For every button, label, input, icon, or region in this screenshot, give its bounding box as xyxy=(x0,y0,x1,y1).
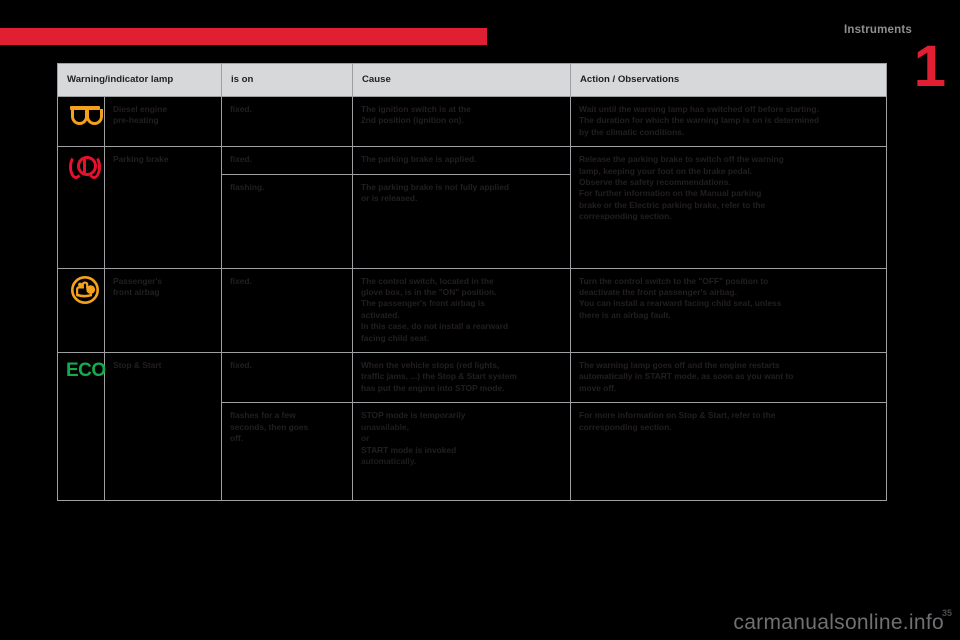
is-on-cell: fixed. xyxy=(221,146,353,175)
cause-line: facing child seat. xyxy=(361,332,429,343)
action-line: lamp, keeping your foot on the brake ped… xyxy=(579,165,753,176)
lamp-icon-cell: ECO xyxy=(57,352,106,502)
cause-cell: The ignition switch is at the 2nd positi… xyxy=(352,95,571,148)
chapter-title: Instruments xyxy=(843,24,912,36)
action-line: corresponding section. xyxy=(579,211,672,222)
lamp-name-line: Passenger's xyxy=(113,275,163,286)
table-row: Diesel engine pre-heating fixed. The ign… xyxy=(57,95,887,148)
cause-line: START mode is invoked xyxy=(361,444,457,455)
table-row: ECO Stop & Start fixed. When the vehicle… xyxy=(57,352,887,502)
is-on-text: off. xyxy=(230,433,244,444)
cause-cell: The control switch, located in the glove… xyxy=(352,267,571,354)
column-header-is-on: is on xyxy=(221,63,353,97)
cause-line: or is released. xyxy=(361,193,418,204)
cause-line: glove box, is in the "ON" position. xyxy=(361,287,497,298)
is-on-text: fixed. xyxy=(230,275,252,286)
cause-line: When the vehicle stops (red lights, xyxy=(361,360,500,371)
lamp-name-line: Parking brake xyxy=(113,154,169,165)
cause-line: or xyxy=(361,433,370,444)
cause-line: The parking brake is not fully applied xyxy=(361,181,509,192)
parking-brake-icon xyxy=(66,155,104,181)
action-cell: Turn the control switch to the "OFF" pos… xyxy=(570,267,887,354)
lamp-name-cell: Passenger's front airbag xyxy=(104,267,222,354)
cause-line: 2nd position (ignition on). xyxy=(361,115,464,126)
is-on-text: flashing. xyxy=(230,181,265,192)
is-on-cell: fixed. xyxy=(221,95,353,148)
table-header-row: Warning/indicator lamp is on Cause Actio… xyxy=(57,63,887,97)
lamp-name-line: front airbag xyxy=(113,287,160,298)
lamp-name-cell: Stop & Start xyxy=(104,352,222,502)
is-on-text: flashes for a few xyxy=(230,410,296,421)
chapter-number: 1 xyxy=(913,34,946,99)
action-cell: The warning lamp goes off and the engine… xyxy=(570,352,887,404)
eco-icon: ECO xyxy=(66,360,106,382)
warning-lamp-table-wrapper: Warning/indicator lamp is on Cause Actio… xyxy=(57,63,887,502)
action-line: there is an airbag fault. xyxy=(579,309,671,320)
action-line: corresponding section. xyxy=(579,421,672,432)
table-header: Warning/indicator lamp is on Cause Actio… xyxy=(57,63,887,97)
cause-cell: STOP mode is temporarily unavailable, or… xyxy=(352,402,571,502)
action-line: Wait until the warning lamp has switched… xyxy=(579,104,819,114)
action-line: Turn the control switch to the "OFF" pos… xyxy=(579,275,769,286)
cause-cell: The parking brake is applied. xyxy=(352,146,571,175)
lamp-icon-cell xyxy=(57,267,105,354)
action-line: move off. xyxy=(579,382,617,393)
lamp-name-cell: Parking brake xyxy=(104,146,222,269)
action-cell: Wait until the warning lamp has switched… xyxy=(570,95,887,148)
cause-line: In this case, do not install a rearward xyxy=(361,321,509,332)
table-body: Diesel engine pre-heating fixed. The ign… xyxy=(57,95,887,502)
action-line: You can install a rearward facing child … xyxy=(579,298,782,309)
column-header-action: Action / Observations xyxy=(570,63,887,97)
lamp-name-line: Stop & Start xyxy=(113,360,162,371)
lamp-name-line: pre-heating xyxy=(113,115,159,126)
action-line: For more information on Stop & Start, re… xyxy=(579,410,776,421)
cause-line: automatically. xyxy=(361,455,417,466)
cause-cell: When the vehicle stops (red lights, traf… xyxy=(352,352,571,404)
lamp-name-line: Diesel engine xyxy=(113,104,167,114)
is-on-text: fixed. xyxy=(230,154,252,165)
column-header-cause: Cause xyxy=(352,63,571,97)
warning-lamp-table: Warning/indicator lamp is on Cause Actio… xyxy=(57,63,887,502)
cause-cell: The parking brake is not fully applied o… xyxy=(352,173,571,269)
cause-line: The control switch, located in the xyxy=(361,275,494,286)
is-on-text: fixed. xyxy=(230,104,252,114)
action-line: by the climatic conditions. xyxy=(579,126,685,137)
passenger-airbag-icon xyxy=(66,275,104,304)
is-on-cell: fixed. xyxy=(221,267,353,354)
action-line: brake or the Electric parking brake, ref… xyxy=(579,199,766,210)
action-line: deactivate the front passenger's airbag. xyxy=(579,287,737,298)
action-cell: Release the parking brake to switch off … xyxy=(570,146,887,269)
action-line: The warning lamp goes off and the engine… xyxy=(579,360,780,371)
is-on-cell: flashing. xyxy=(221,173,353,269)
cause-line: traffic jams, ...) the Stop & Start syst… xyxy=(361,371,517,382)
cause-line: The parking brake is applied. xyxy=(361,154,477,165)
column-header-lamp: Warning/indicator lamp xyxy=(57,63,222,97)
cause-line: The ignition switch is at the xyxy=(361,104,471,114)
lamp-icon-cell xyxy=(57,95,105,148)
table-row: Parking brake fixed. The parking brake i… xyxy=(57,146,887,269)
is-on-text: fixed. xyxy=(230,360,252,371)
is-on-text: seconds, then goes xyxy=(230,421,309,432)
cause-line: STOP mode is temporarily xyxy=(361,410,466,421)
cause-line: has put the engine into STOP mode. xyxy=(361,382,505,393)
diesel-preheat-icon xyxy=(66,106,104,132)
cause-line: The passenger's front airbag is xyxy=(361,298,485,309)
lamp-icon-cell xyxy=(57,146,105,269)
lamp-name-cell: Diesel engine pre-heating xyxy=(104,95,222,148)
action-cell: For more information on Stop & Start, re… xyxy=(570,402,887,502)
site-watermark: carmanualsonline.info xyxy=(733,611,944,634)
cause-line: activated. xyxy=(361,309,400,320)
table-row: Passenger's front airbag fixed. The cont… xyxy=(57,267,887,354)
action-line: Release the parking brake to switch off … xyxy=(579,154,784,165)
header-accent-bar xyxy=(0,28,487,45)
action-line: For further information on the Manual pa… xyxy=(579,188,762,199)
cause-line: unavailable, xyxy=(361,421,409,432)
is-on-cell: flashes for a few seconds, then goes off… xyxy=(221,402,353,502)
action-line: The duration for which the warning lamp … xyxy=(579,115,820,126)
action-line: automatically in START mode, as soon as … xyxy=(579,371,794,382)
action-line: Observe the safety recommendations. xyxy=(579,177,731,188)
is-on-cell: fixed. xyxy=(221,352,353,404)
